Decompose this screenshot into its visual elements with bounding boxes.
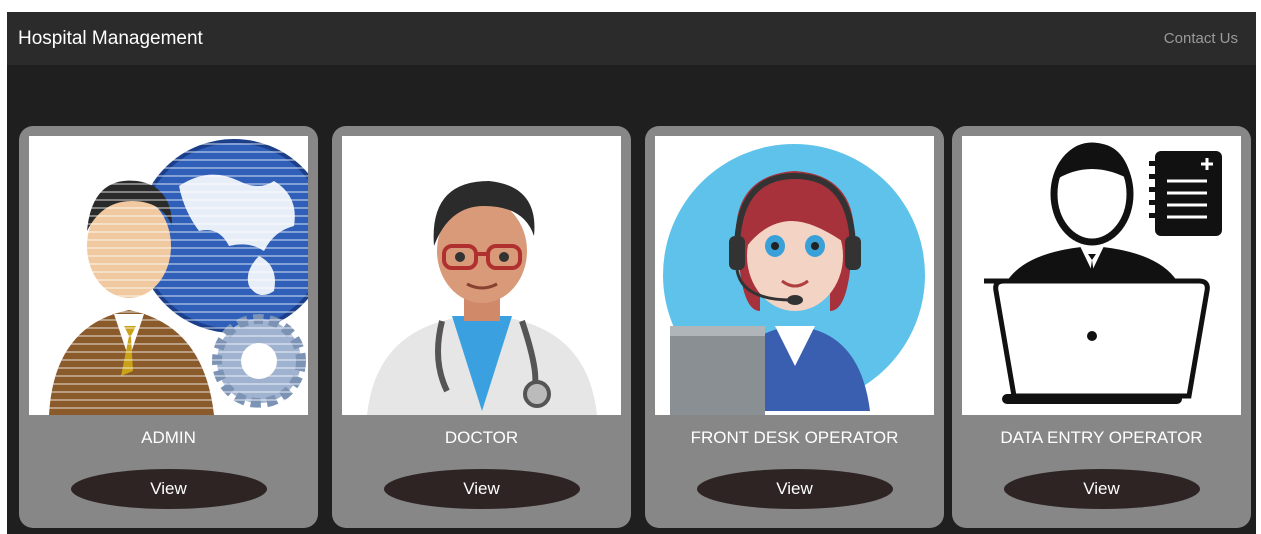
front-desk-card: FRONT DESK OPERATOR View (645, 126, 944, 528)
card-role-label: DOCTOR (444, 428, 519, 447)
card-role-label: DATA ENTRY OPERATOR (1000, 428, 1203, 447)
doctor-card: DOCTOR View (332, 126, 631, 528)
brand-title[interactable]: Hospital Management (18, 28, 203, 50)
admin-globe-gear-icon (29, 139, 308, 415)
doctor-view-button[interactable]: View (383, 469, 580, 509)
doctor-image (342, 136, 621, 415)
data-entry-image (962, 136, 1241, 415)
data-entry-view-button[interactable]: View (1003, 469, 1200, 509)
admin-image (29, 136, 308, 415)
front-desk-view-button[interactable]: View (696, 469, 893, 509)
data-entry-card: DATA ENTRY OPERATOR View (952, 126, 1251, 528)
doctor-avatar-icon (367, 181, 597, 415)
admin-card: ADMIN View (19, 126, 318, 528)
card-role-label: ADMIN (141, 428, 196, 447)
front-desk-image (655, 136, 934, 415)
card-role-label: FRONT DESK OPERATOR (690, 428, 899, 447)
app-frame: Hospital Management Contact Us ADMIN Vie… (7, 12, 1256, 534)
admin-view-button[interactable]: View (70, 469, 267, 509)
contact-us-link[interactable]: Contact Us (1164, 30, 1238, 47)
navbar: Hospital Management Contact Us (7, 12, 1256, 65)
laptop-operator-icon (984, 142, 1222, 404)
receptionist-headset-icon (663, 144, 925, 415)
